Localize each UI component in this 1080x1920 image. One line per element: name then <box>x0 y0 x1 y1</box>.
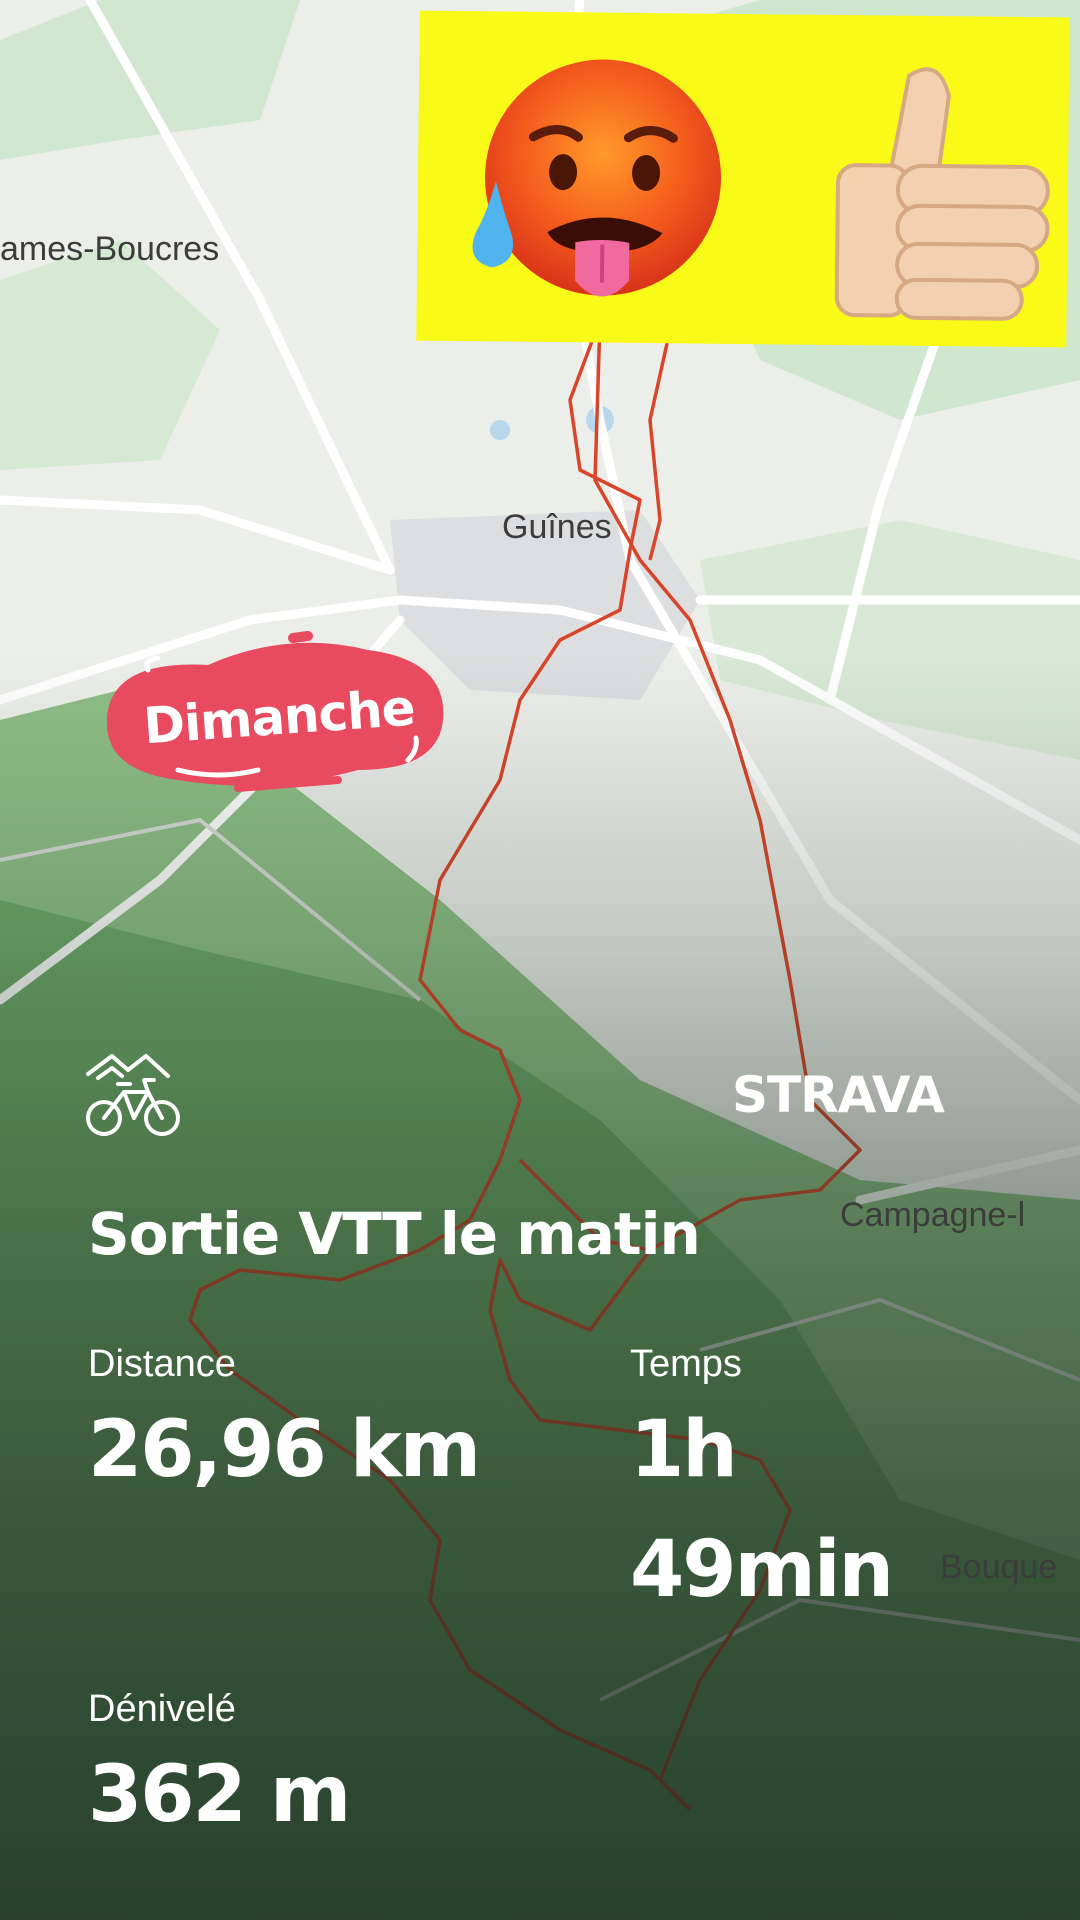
time-value-minutes: 49min <box>630 1525 894 1615</box>
place-label-bouque: Bouque <box>940 1548 1058 1586</box>
time-label: Temps <box>630 1343 742 1385</box>
strava-logo: STRAVA <box>732 1066 945 1124</box>
hot-face-emoji-icon <box>472 59 722 297</box>
thumbs-up-emoji-icon <box>834 67 1050 321</box>
place-label-guines: Guînes <box>502 508 612 546</box>
mountain-bike-icon <box>86 1054 180 1136</box>
distance-value: 26,96 km <box>88 1405 481 1495</box>
place-label-ames-boucres: ames-Boucres <box>0 230 220 268</box>
activity-title: Sortie VTT le matin <box>88 1200 701 1268</box>
elevation-value: 362 m <box>88 1750 351 1840</box>
dimanche-tag: Dimanche <box>88 630 458 810</box>
emoji-sticker <box>416 10 1070 348</box>
elevation-label: Dénivelé <box>88 1688 236 1730</box>
time-value-hours: 1h <box>630 1405 738 1495</box>
distance-label: Distance <box>88 1343 236 1385</box>
place-label-campagne: Campagne-l <box>840 1196 1026 1234</box>
